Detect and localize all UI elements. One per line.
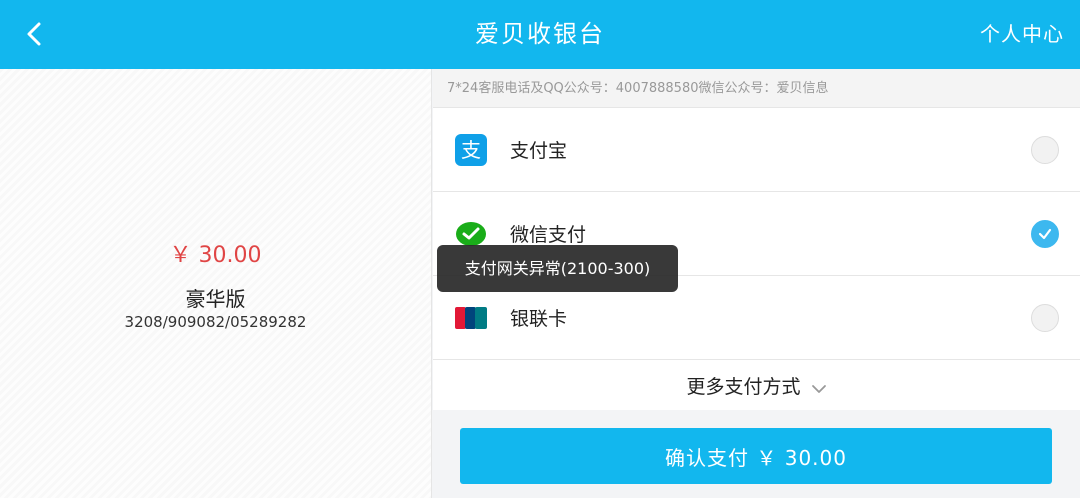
- svg-text:支: 支: [461, 138, 481, 162]
- service-notice: 7*24客服电话及QQ公众号：4007888580微信公众号：爱贝信息: [433, 69, 1080, 108]
- unionpay-icon: [455, 302, 487, 334]
- radio-unionpay[interactable]: [1031, 303, 1059, 332]
- product-name: 豪华版: [185, 287, 246, 311]
- chevron-down-icon: [811, 385, 826, 393]
- payment-method-label: 银联卡: [510, 308, 568, 330]
- order-amount: ￥ 30.00: [169, 243, 262, 268]
- more-payment-label: 更多支付方式: [686, 375, 801, 398]
- error-toast: 支付网关异常(2100-300): [437, 245, 678, 292]
- page-title: 爱贝收银台: [475, 20, 605, 48]
- order-number: 3208/909082/05289282: [124, 313, 307, 331]
- check-icon: [1038, 228, 1052, 239]
- radio-wechat-checked[interactable]: [1031, 219, 1059, 248]
- radio-alipay[interactable]: [1031, 135, 1059, 164]
- payment-method-label: 微信支付: [510, 224, 587, 246]
- order-summary-panel: ￥ 30.00 豪华版 3208/909082/05289282: [0, 69, 432, 498]
- header-bar: 爱贝收银台 个人中心: [0, 0, 1080, 69]
- alipay-icon: 支: [455, 133, 487, 166]
- confirm-payment-button[interactable]: 确认支付 ￥ 30.00: [460, 428, 1052, 484]
- payment-method-label: 支付宝: [510, 140, 568, 162]
- more-payment-methods[interactable]: 更多支付方式: [433, 360, 1080, 410]
- user-center-link[interactable]: 个人中心: [980, 0, 1064, 69]
- payment-method-alipay[interactable]: 支 支付宝: [433, 108, 1080, 192]
